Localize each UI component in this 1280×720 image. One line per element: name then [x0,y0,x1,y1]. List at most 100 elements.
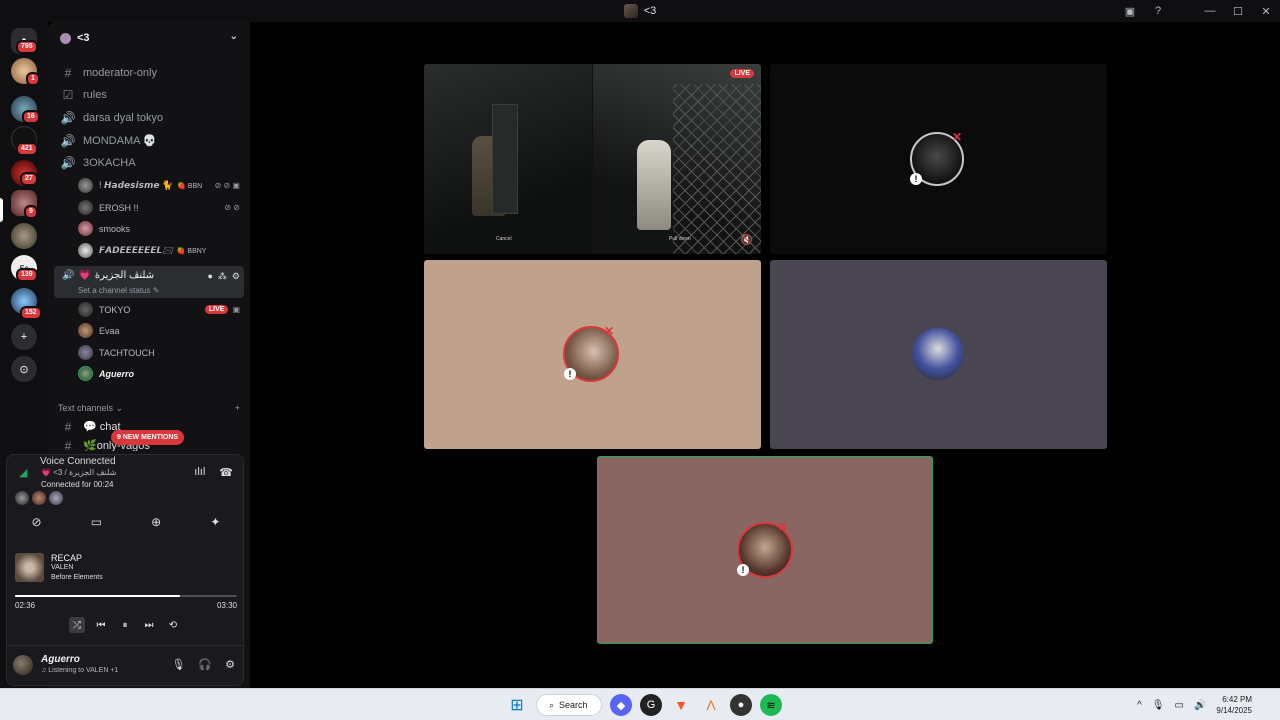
chat-icon[interactable]: ● [207,271,212,282]
participant-tile[interactable]: ✕ ! [424,260,761,449]
gear-icon[interactable]: ⚙ [232,271,240,282]
progress-fill [15,595,180,597]
voice-user[interactable]: EROSH !! ⊘ ⊘ [78,198,248,217]
search-icon: ⌕ [549,699,555,710]
avatar [78,243,93,258]
shuffle-icon[interactable]: ⤮ [69,617,85,633]
voice-user[interactable]: ! 𝙃𝙖𝙙𝙚𝙨𝙞𝙨𝙢𝙚 🐈 🍓 BBN ⊘ ⊘ ▣ [78,176,248,195]
rules-icon: ☑ [62,87,74,102]
elapsed-time: 02:36 [15,601,36,610]
discord-app: <3 ▣ ? — ☐ ✕ ◆ 795 1 16 421 27 9 Sc 139 … [0,0,1280,720]
brave-icon[interactable]: ▼ [670,694,692,716]
spotify-player: RECAP VALEN Before Elements 02:36 03:30 [15,553,241,613]
taskbar-search[interactable]: ⌕ Search [536,694,602,716]
app-a-icon[interactable]: Λ [700,694,722,716]
server-badge: 9 [24,205,38,219]
previous-icon[interactable]: ⏮ [93,617,109,633]
muted-deafened-icons: ⊘ ⊘ ▣ [214,181,240,190]
minimize-button[interactable]: — [1196,0,1224,22]
title-bar: <3 ▣ ? — ☐ ✕ [0,0,1280,22]
stream-tile[interactable]: Cancel Pull down LIVE 🔇 [424,64,761,254]
home-badge: 795 [16,40,38,54]
voice-user-evaa[interactable]: Evaa [78,321,248,340]
avatar [78,345,93,360]
server-badge: 152 [20,306,42,320]
muted-deafened-icons: ⊘ ⊘ [224,203,240,212]
new-mentions-pill[interactable]: 9 NEW MENTIONS [111,430,185,445]
activity-icon[interactable]: ⊕ [151,515,161,529]
track-artist[interactable]: VALEN [51,564,73,571]
discord-taskbar-icon[interactable]: ◆ [610,694,632,716]
discover-icon[interactable]: ⊙ [11,356,37,382]
muted-icon: ! [564,368,576,380]
album-cover[interactable] [15,553,44,582]
help-icon[interactable]: ? [1144,0,1172,22]
soundboard-icon[interactable]: ✦ [210,515,220,529]
pause-icon[interactable]: ⏸ [117,617,133,633]
deafened-icon: ✕ [777,520,789,534]
text-channels-header[interactable]: Text channels ⌄ + [58,403,240,414]
activity-icon: ▣ [232,305,240,314]
avatar [78,302,93,317]
voice-user[interactable]: smooks [78,219,248,238]
invite-icon[interactable]: ⁂ [218,271,227,282]
participant-tile[interactable] [770,260,1107,449]
voice-connected-title[interactable]: Voice Connected [40,456,116,467]
avatar[interactable] [13,655,33,675]
server-icon-6[interactable] [11,223,37,249]
participant-tile-speaking[interactable]: ✕ ! [597,456,933,644]
channel-mondama[interactable]: 🔊 MONDAMA 💀 [54,130,244,151]
channel-darsa[interactable]: 🔊 darsa dyal tokyo [54,107,244,128]
network-icon[interactable]: ▭ [1175,700,1184,711]
user-panel: Aguerro ♫ Listening to VALEN +1 🎙 🎧 ⚙ [7,645,245,685]
volume-icon[interactable]: 🔊 [1194,700,1206,711]
voice-user[interactable]: 𝙁𝘼𝘿𝙀𝙀𝙀𝙀𝙀𝙀𝙇🖂 🍓 BBNY [78,241,248,260]
server-badge: 27 [20,172,38,186]
progress-bar[interactable] [15,595,237,597]
chevron-up-icon[interactable]: ^ [1137,700,1142,711]
inbox-icon[interactable]: ▣ [1116,0,1144,22]
headphones-icon[interactable]: 🎧 [198,658,212,671]
avatar [78,178,93,193]
mic-tray-icon[interactable]: 🎙 [1152,700,1165,711]
chevron-down-icon[interactable]: ⌄ [230,31,238,42]
voice-user-tachtouch[interactable]: TACHTOUCH [78,343,248,362]
fence [673,84,761,254]
close-button[interactable]: ✕ [1252,0,1280,22]
username[interactable]: Aguerro [41,654,80,665]
next-icon[interactable]: ⏭ [141,617,157,633]
channel-3okacha[interactable]: 🔊 3OKACHA [54,152,244,173]
app-g-icon[interactable]: G [640,694,662,716]
repeat-icon[interactable]: ⟲ [165,617,181,633]
steam-icon[interactable]: ● [730,694,752,716]
microphone-icon[interactable]: 🎙 [171,658,185,671]
server-header[interactable]: <3 ⌄ [48,22,250,54]
voice-user-tokyo[interactable]: TOKYO LIVE ▣ [78,300,248,319]
add-server-icon[interactable]: + [11,324,37,350]
channel-status[interactable]: Set a channel status ✎ [78,286,159,295]
track-title[interactable]: RECAP [51,553,82,563]
spotify-icon[interactable]: ≋ [760,694,782,716]
channel-rules[interactable]: ☑ rules [54,84,244,105]
participant-tile[interactable]: ✕ ! [770,64,1107,254]
windows-start-icon[interactable]: ⊞ [506,694,528,716]
avatar [912,328,964,380]
server-badge: 1 [26,72,40,86]
server-avatar-icon [623,4,638,18]
voice-user-aguerro[interactable]: Aguerro [78,364,248,383]
camera-off-icon[interactable]: ⊘ [32,515,42,529]
gear-icon[interactable]: ⚙ [225,658,235,671]
clock[interactable]: 6:42 PM 9/14/2025 [1216,694,1252,716]
voice-channel-path[interactable]: 💗 <3 / شلنڤ الجزيرة [41,468,116,477]
noise-suppression-icon[interactable]: ılıl [194,466,205,479]
screen-share-icon[interactable]: ▭ [91,515,102,529]
signal-icon: ◢ [19,467,28,479]
channel-moderator-only[interactable]: # moderator-only [54,62,244,83]
add-channel-icon[interactable]: + [235,403,240,414]
speaker-icon: 🔊 [60,110,76,125]
disconnect-icon[interactable]: ☎ [219,466,233,479]
active-voice-channel[interactable]: 🔊 💗 شلنڤ الجزيرة Set a channel status ✎ ● ⁂… [54,266,244,298]
stream-view-left: Cancel [424,64,592,254]
muted-speaker-icon[interactable]: 🔇 [741,235,753,246]
maximize-button[interactable]: ☐ [1224,0,1252,22]
